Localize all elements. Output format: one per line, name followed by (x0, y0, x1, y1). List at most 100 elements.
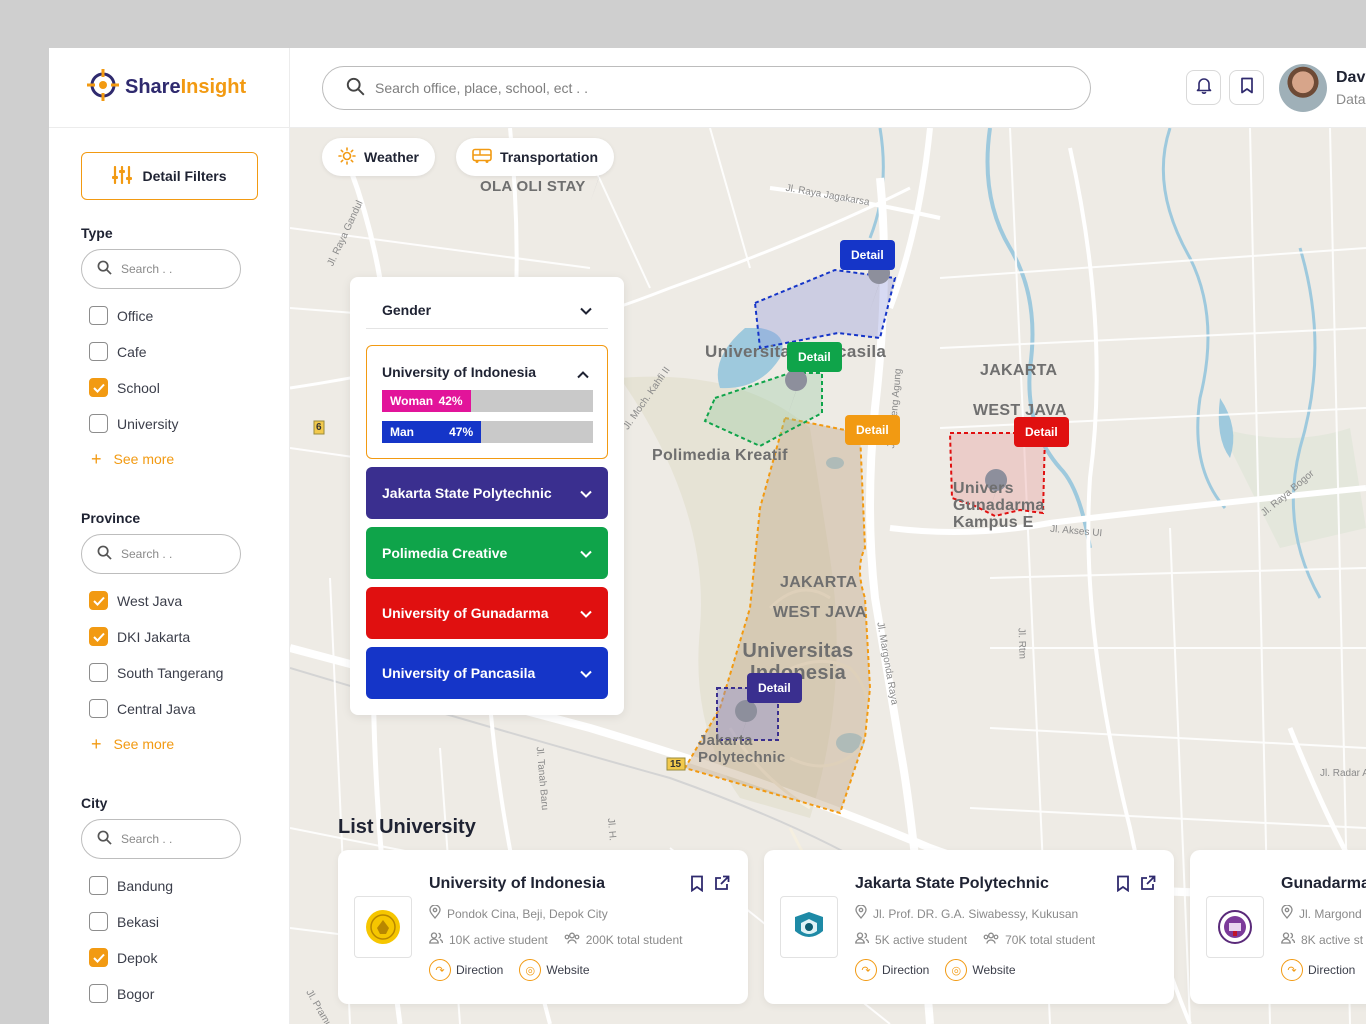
checkbox[interactable] (89, 912, 108, 931)
type-section-title: Type (81, 225, 113, 241)
user-avatar[interactable] (1279, 64, 1327, 112)
plus-icon: + (91, 734, 102, 754)
chevron-up-icon[interactable] (577, 366, 589, 384)
pnj-logo (780, 896, 838, 958)
province-see-more-link[interactable]: + See more (91, 734, 174, 754)
checkbox[interactable] (89, 984, 108, 1003)
type-option-cafe[interactable]: Cafe (89, 342, 147, 361)
card-address: Jl. Prof. DR. G.A. Siwabessy, Kukusan (873, 906, 1079, 921)
map-region-label: JAKARTA (780, 574, 858, 591)
chevron-down-icon (580, 302, 592, 318)
map-region-label: WEST JAVA (773, 604, 867, 621)
checkbox-checked[interactable] (89, 378, 108, 397)
checkbox[interactable] (89, 876, 108, 895)
notifications-button[interactable] (1186, 70, 1221, 105)
external-link-icon[interactable] (1140, 875, 1156, 897)
woman-bar: Woman 42% (382, 390, 593, 412)
checkbox-checked[interactable] (89, 627, 108, 646)
website-button[interactable]: ◎ Website (945, 959, 1016, 981)
transportation-chip[interactable]: Transportation (456, 138, 615, 176)
gunadarma-gender-accordion[interactable]: University of Gunadarma (366, 587, 608, 639)
type-option-school[interactable]: School (89, 378, 160, 397)
city-option-bandung[interactable]: Bandung (89, 876, 173, 895)
direction-button[interactable]: ↷ Direction (429, 959, 503, 981)
pancasila-gender-accordion[interactable]: University of Pancasila (366, 647, 608, 699)
website-button[interactable]: ◎ Website (519, 959, 590, 981)
polimedia-detail-button[interactable]: Detail (787, 342, 842, 372)
ui-gender-title: University of Indonesia (382, 364, 537, 380)
main-search-input[interactable]: Search office, place, school, ect . . (322, 66, 1091, 110)
man-bar: Man 47% (382, 421, 593, 443)
province-option-west-java[interactable]: West Java (89, 591, 182, 610)
checkbox[interactable] (89, 663, 108, 682)
bookmark-icon[interactable] (690, 875, 704, 897)
university-card[interactable]: Jakarta State Polytechnic Jl. Prof. DR. … (764, 850, 1174, 1004)
sidebar: ShareInsight Detail Filters Type Search … (49, 48, 290, 1024)
ui-logo (354, 896, 412, 958)
direction-icon: ↷ (855, 959, 877, 981)
checkbox[interactable] (89, 699, 108, 718)
type-option-university[interactable]: University (89, 414, 178, 433)
search-icon (97, 545, 112, 563)
map-view[interactable]: Weather Transportation OLA OLI STAY Univ… (290, 128, 1366, 1024)
card-title: University of Indonesia (429, 875, 606, 892)
direction-button[interactable]: ↷ Direction (855, 959, 929, 981)
direction-button[interactable]: ↷ Direction (1281, 959, 1355, 981)
bookmark-icon[interactable] (1116, 875, 1130, 897)
card-total-students: 70K total student (1005, 932, 1096, 947)
province-search-input[interactable]: Search . . (81, 534, 241, 574)
external-link-icon[interactable] (714, 875, 730, 897)
province-option-south-tangerang[interactable]: South Tangerang (89, 663, 223, 682)
gunadarma-detail-button[interactable]: Detail (1014, 417, 1069, 447)
type-search-input[interactable]: Search . . (81, 249, 241, 289)
pnj-detail-button[interactable]: Detail (747, 673, 802, 703)
users-icon (1281, 932, 1296, 947)
plus-icon: + (91, 449, 102, 469)
pnj-gender-accordion[interactable]: Jakarta State Polytechnic (366, 467, 608, 519)
road-number-label: 6 (316, 422, 322, 433)
card-active-students: 10K active student (449, 932, 548, 947)
checkbox-checked[interactable] (89, 948, 108, 967)
province-option-dki-jakarta[interactable]: DKI Jakarta (89, 627, 190, 646)
type-option-office[interactable]: Office (89, 306, 153, 325)
checkbox[interactable] (89, 342, 108, 361)
saved-button[interactable] (1229, 70, 1264, 105)
polimedia-gender-accordion[interactable]: Polimedia Creative (366, 527, 608, 579)
pancasila-detail-button[interactable]: Detail (840, 240, 895, 270)
card-active-students: 5K active student (875, 932, 968, 947)
type-see-more-link[interactable]: + See more (91, 449, 174, 469)
user-name: Dav (1336, 69, 1366, 86)
university-card[interactable]: University of Indonesia Pondok Cina, Bej… (338, 850, 748, 1004)
bookmark-icon (1240, 77, 1254, 99)
map-place-label: Jakarta Polytechnic (698, 732, 786, 766)
group-icon (983, 932, 999, 947)
chevron-down-icon (580, 485, 592, 501)
card-total-students: 200K total student (585, 932, 683, 947)
city-option-bogor[interactable]: Bogor (89, 984, 154, 1003)
city-search-input[interactable]: Search . . (81, 819, 241, 859)
city-search-placeholder: Search . . (121, 832, 173, 846)
checkbox[interactable] (89, 306, 108, 325)
woman-bar-fill: Woman 42% (382, 390, 471, 412)
gender-dropdown[interactable]: Gender (366, 291, 608, 329)
city-option-depok[interactable]: Depok (89, 948, 157, 967)
ui-gender-card: University of Indonesia Woman 42% Man 47… (366, 345, 608, 459)
brand-logo[interactable]: ShareInsight (49, 48, 290, 128)
gender-panel: Gender University of Indonesia Woman 42%… (350, 277, 624, 715)
province-option-central-java[interactable]: Central Java (89, 699, 196, 718)
gender-dropdown-label: Gender (382, 301, 432, 318)
weather-chip[interactable]: Weather (322, 138, 435, 176)
brand-name: ShareInsight (125, 76, 247, 98)
detail-filters-button[interactable]: Detail Filters (81, 152, 258, 200)
gunadarma-logo (1206, 896, 1264, 958)
ui-detail-button[interactable]: Detail (845, 415, 900, 445)
search-icon (97, 260, 112, 278)
road-label: Jl. Rtm (1015, 627, 1028, 660)
city-option-bekasi[interactable]: Bekasi (89, 912, 159, 931)
road-label: Jl. H. (604, 817, 618, 842)
checkbox-checked[interactable] (89, 591, 108, 610)
man-label: Man (390, 425, 414, 439)
checkbox[interactable] (89, 414, 108, 433)
location-pin-icon (1281, 904, 1293, 922)
university-card[interactable]: Gunadarma Jl. Margond 8K active st ↷ Dire… (1190, 850, 1366, 1004)
